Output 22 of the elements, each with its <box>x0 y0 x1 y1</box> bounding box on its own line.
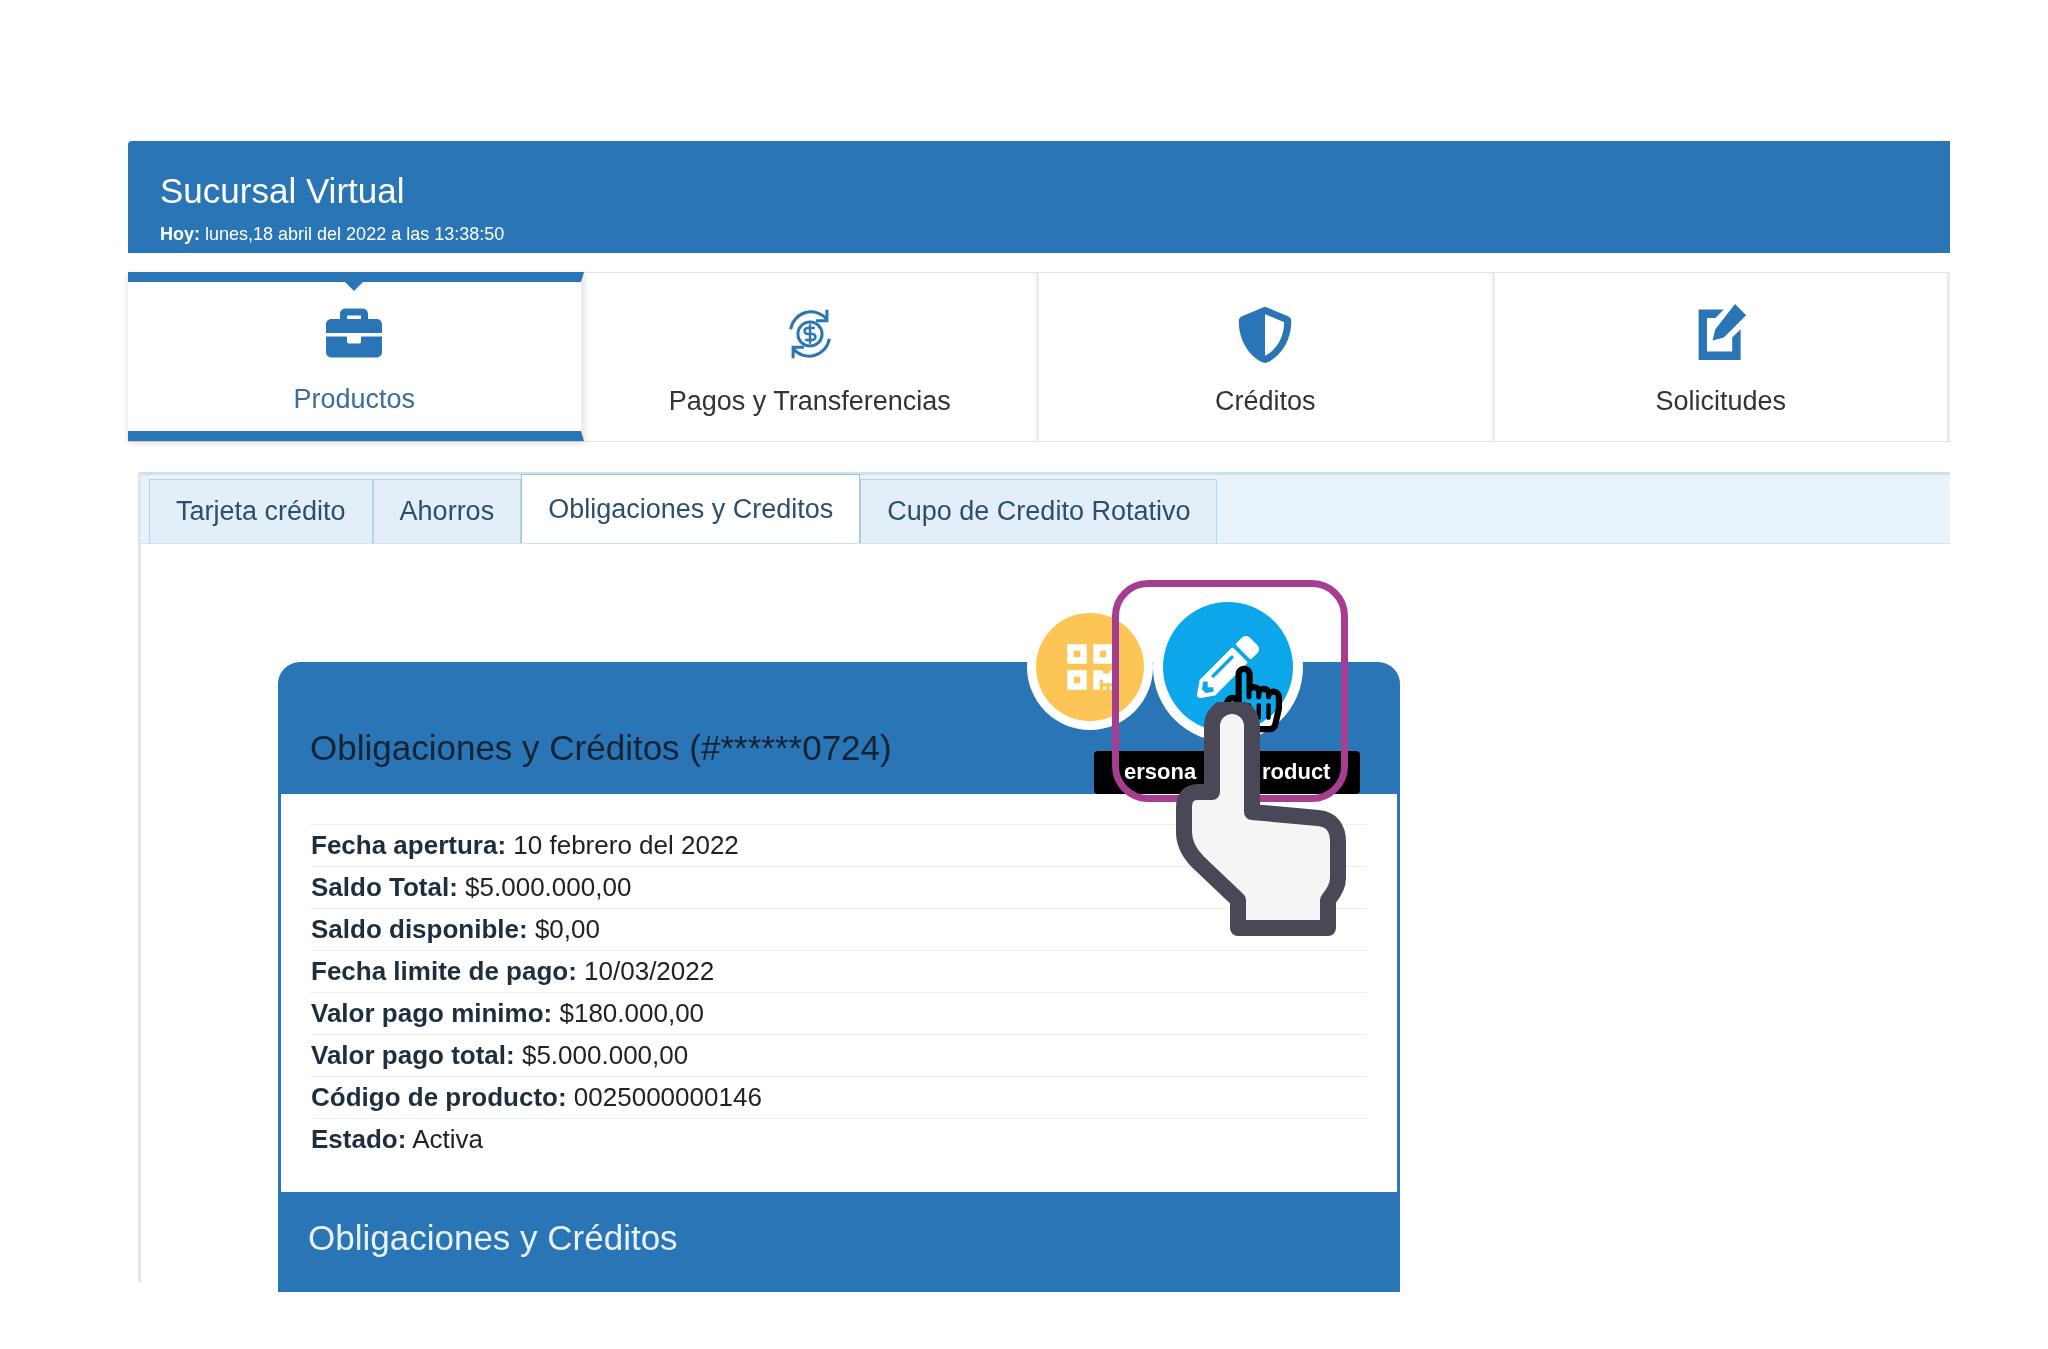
detail-row: Fecha limite de pago: 10/03/2022 <box>311 950 1367 992</box>
detail-row: Valor pago minimo: $180.000,00 <box>311 992 1367 1034</box>
pencil-icon <box>1197 636 1259 698</box>
nav-tab[interactable]: Pagos y Transferencias <box>583 272 1039 441</box>
product-tab[interactable]: Cupo de Credito Rotativo <box>860 479 1218 543</box>
nav-tab[interactable]: Créditos <box>1039 272 1495 441</box>
section-header: Obligaciones y Créditos <box>278 1192 1400 1292</box>
card-title: Obligaciones y Créditos (#******0724) <box>310 726 892 769</box>
product-tab[interactable]: Obligaciones y Creditos <box>521 474 861 543</box>
shield-icon <box>1237 306 1294 363</box>
nav-tab[interactable]: Productos <box>128 272 584 441</box>
product-tab[interactable]: Tarjeta crédito <box>149 479 373 543</box>
nav-tab[interactable]: Solicitudes <box>1494 272 1950 441</box>
tab-pointer <box>345 282 364 291</box>
detail-row: Código de producto: 0025000000146 <box>311 1076 1367 1118</box>
tooltip-text: ersona <box>1124 759 1197 785</box>
product-tab[interactable]: Ahorros <box>372 479 522 543</box>
date-text: Hoy: lunes,18 abril del 2022 a las 13:38:50 <box>160 223 506 246</box>
app-title: Sucursal Virtual <box>160 171 406 211</box>
tooltip-text: roduct <box>1262 759 1331 785</box>
detail-row: Valor pago total: $5.000.000,00 <box>311 1034 1367 1076</box>
detail-row: Estado: Activa <box>311 1118 1367 1160</box>
